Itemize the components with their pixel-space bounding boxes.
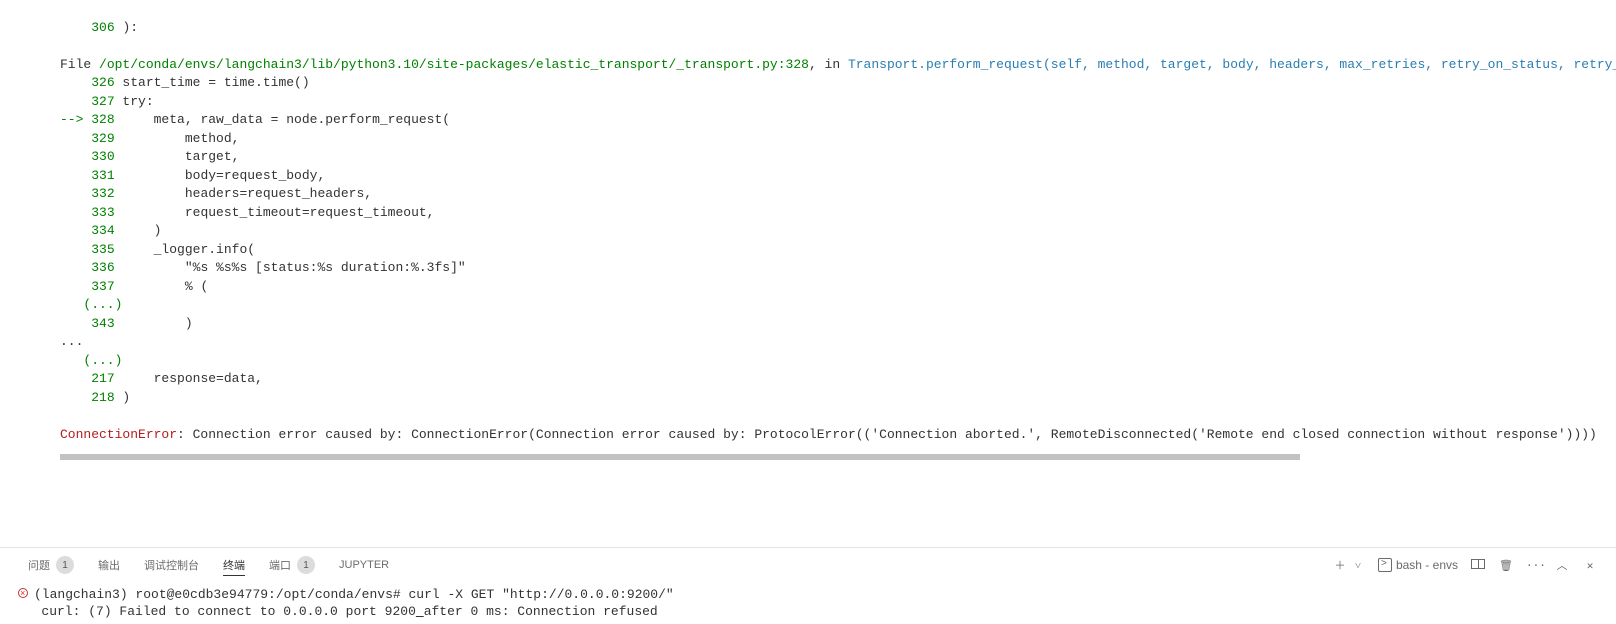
code-text: method, xyxy=(115,131,240,146)
traceback-text[interactable]: 306 ): File /opt/conda/envs/langchain3/l… xyxy=(60,0,1616,444)
code-text: start_time = time.time() xyxy=(115,75,310,90)
line-number: 330 xyxy=(91,149,114,164)
shell-name: bash - envs xyxy=(1396,558,1458,572)
bottom-panel: 问题 1 输出 调试控制台 终端 端口 1 JUPYTER ＋ ˅ bash -… xyxy=(0,547,1616,624)
code-text: body=request_body, xyxy=(115,168,326,183)
code-text: ) xyxy=(115,390,131,405)
code-text: ): xyxy=(122,20,138,35)
line-number: 332 xyxy=(91,186,114,201)
tab-terminal[interactable]: 终端 xyxy=(223,557,245,576)
line-number: 328 xyxy=(91,112,114,127)
terminal-content[interactable]: (langchain3) root@e0cdb3e94779:/opt/cond… xyxy=(0,582,1616,624)
problems-count-badge: 1 xyxy=(56,556,74,574)
shell-selector[interactable]: bash - envs xyxy=(1378,558,1458,572)
tab-problems[interactable]: 问题 1 xyxy=(28,556,74,574)
ellipsis: (...) xyxy=(60,353,122,368)
code-text: try: xyxy=(115,94,154,109)
tab-debug-console[interactable]: 调试控制台 xyxy=(144,557,199,573)
new-terminal-icon[interactable]: ＋ xyxy=(1332,557,1348,573)
code-text: response=data, xyxy=(115,371,263,386)
line-number: 337 xyxy=(91,279,114,294)
code-text: target, xyxy=(115,149,240,164)
trash-icon[interactable]: 🗑 xyxy=(1498,559,1514,572)
code-text: headers=request_headers, xyxy=(115,186,372,201)
traceback-output: 306 ): File /opt/conda/envs/langchain3/l… xyxy=(0,0,1616,547)
error-message: : Connection error caused by: Connection… xyxy=(177,427,1597,442)
ellipsis: (...) xyxy=(60,297,122,312)
error-indicator-icon xyxy=(18,588,34,598)
tab-label: 输出 xyxy=(98,557,120,573)
code-text: _logger.info( xyxy=(115,242,255,257)
tab-output[interactable]: 输出 xyxy=(98,557,120,573)
horizontal-scrollbar[interactable] xyxy=(60,454,1300,460)
code-text: request_timeout=request_timeout, xyxy=(115,205,435,220)
code-text: meta, raw_data = node.perform_request( xyxy=(115,112,450,127)
code-text: ) xyxy=(115,223,162,238)
chevron-down-icon[interactable]: ˅ xyxy=(1350,559,1366,572)
tab-label: 问题 xyxy=(28,557,50,573)
line-number: 218 xyxy=(91,390,114,405)
panel-tabs: 问题 1 输出 调试控制台 终端 端口 1 JUPYTER ＋ ˅ bash -… xyxy=(0,548,1616,582)
line-number: 331 xyxy=(91,168,114,183)
line-number: 333 xyxy=(91,205,114,220)
code-text: ) xyxy=(115,316,193,331)
error-name: ConnectionError xyxy=(60,427,177,442)
tab-jupyter[interactable]: JUPYTER xyxy=(339,559,389,571)
more-icon[interactable]: ··· xyxy=(1526,559,1542,572)
file-path: /opt/conda/envs/langchain3/lib/python3.1… xyxy=(99,57,809,72)
tab-label: 调试控制台 xyxy=(144,557,199,573)
tab-label: 终端 xyxy=(223,557,245,573)
terminal-box-icon xyxy=(1378,558,1392,572)
close-panel-icon[interactable]: ✕ xyxy=(1582,559,1598,572)
terminal-command: curl -X GET "http://0.0.0.0:9200/" xyxy=(408,587,673,602)
ports-count-badge: 1 xyxy=(297,556,315,574)
line-number: 329 xyxy=(91,131,114,146)
prompt-path: root@e0cdb3e94779:/opt/conda/envs# xyxy=(135,587,408,602)
tab-label: JUPYTER xyxy=(339,559,389,571)
split-terminal-icon[interactable] xyxy=(1470,559,1486,572)
prompt-env: (langchain3) xyxy=(34,587,135,602)
line-number: 327 xyxy=(91,94,114,109)
line-number: 217 xyxy=(91,371,114,386)
line-number: 336 xyxy=(91,260,114,275)
line-number: 326 xyxy=(91,75,114,90)
chevron-up-icon[interactable]: ︿ xyxy=(1554,557,1570,573)
current-line-marker: --> xyxy=(60,112,91,127)
file-prefix: File xyxy=(60,57,99,72)
terminal-output-after: after 0 ms: Connection refused xyxy=(424,604,658,619)
panel-actions: ＋ ˅ bash - envs 🗑 ··· ︿ ✕ xyxy=(1332,557,1598,573)
code-text: "%s %s%s [status:%s duration:%.3fs]" xyxy=(115,260,466,275)
line-number: 306 xyxy=(91,20,114,35)
code-text: % ( xyxy=(115,279,209,294)
terminal-cursor xyxy=(416,604,424,619)
terminal-output-before: curl: (7) Failed to connect to 0.0.0.0 p… xyxy=(41,604,415,619)
tab-label: 端口 xyxy=(269,557,291,573)
dots: ... xyxy=(60,334,83,349)
line-number: 334 xyxy=(91,223,114,238)
line-number: 335 xyxy=(91,242,114,257)
function-signature: Transport.perform_request(self, method, … xyxy=(848,57,1616,72)
tab-ports[interactable]: 端口 1 xyxy=(269,556,315,574)
line-number: 343 xyxy=(91,316,114,331)
